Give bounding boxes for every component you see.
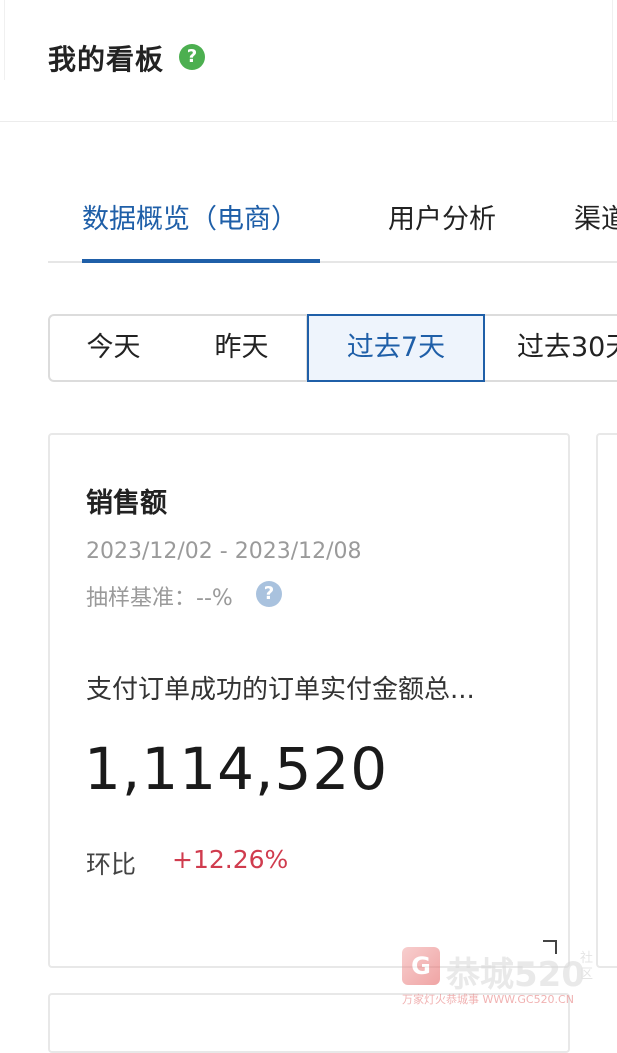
watermark-side-text: 社区 [580,951,594,982]
watermark-subtitle: 万家灯火恭城事 WWW.GC520.CN [402,993,574,1006]
sampling-baseline: 抽样基准：--% [86,586,233,611]
active-tab-indicator [82,259,320,263]
metric-description: 支付订单成功的订单实付金额总... [86,675,475,705]
metric-value: 1,114,520 [84,735,389,803]
next-metric-card[interactable] [596,433,617,968]
date-option-today[interactable]: 今天 [48,314,179,382]
header-divider [0,0,5,80]
tab-channel[interactable]: 渠道 [574,197,617,236]
date-option-last-7-days[interactable]: 过去7天 [307,314,485,382]
tab-user-analysis[interactable]: 用户分析 [388,197,496,236]
page-title: 我的看板 [48,43,165,76]
sampling-help-icon[interactable]: ? [256,581,282,607]
tab-data-overview[interactable]: 数据概览（电商） [82,197,298,236]
date-option-last-30-days[interactable]: 过去30天 [483,314,617,382]
sales-metric-card[interactable]: 销售额 2023/12/02 - 2023/12/08 抽样基准：--% ? 支… [48,433,570,968]
header-bar: 我的看板 ? [0,0,617,122]
help-icon[interactable]: ? [179,44,205,70]
metric-date-range: 2023/12/02 - 2023/12/08 [86,539,362,564]
site-watermark: G 恭城520 社区 万家灯火恭城事 WWW.GC520.CN [402,947,602,1017]
watermark-name: 恭城520 [446,955,585,995]
header-divider-right [612,0,617,122]
period-compare-value: +12.26% [172,845,289,874]
date-option-yesterday[interactable]: 昨天 [177,314,308,382]
period-compare-label: 环比 [86,850,137,879]
watermark-logo-icon: G [402,947,440,985]
metric-title: 销售额 [86,488,167,519]
tab-bar: 数据概览（电商） 用户分析 渠道 [48,185,617,263]
date-range-selector: 今天 昨天 过去7天 过去30天 [48,314,617,382]
